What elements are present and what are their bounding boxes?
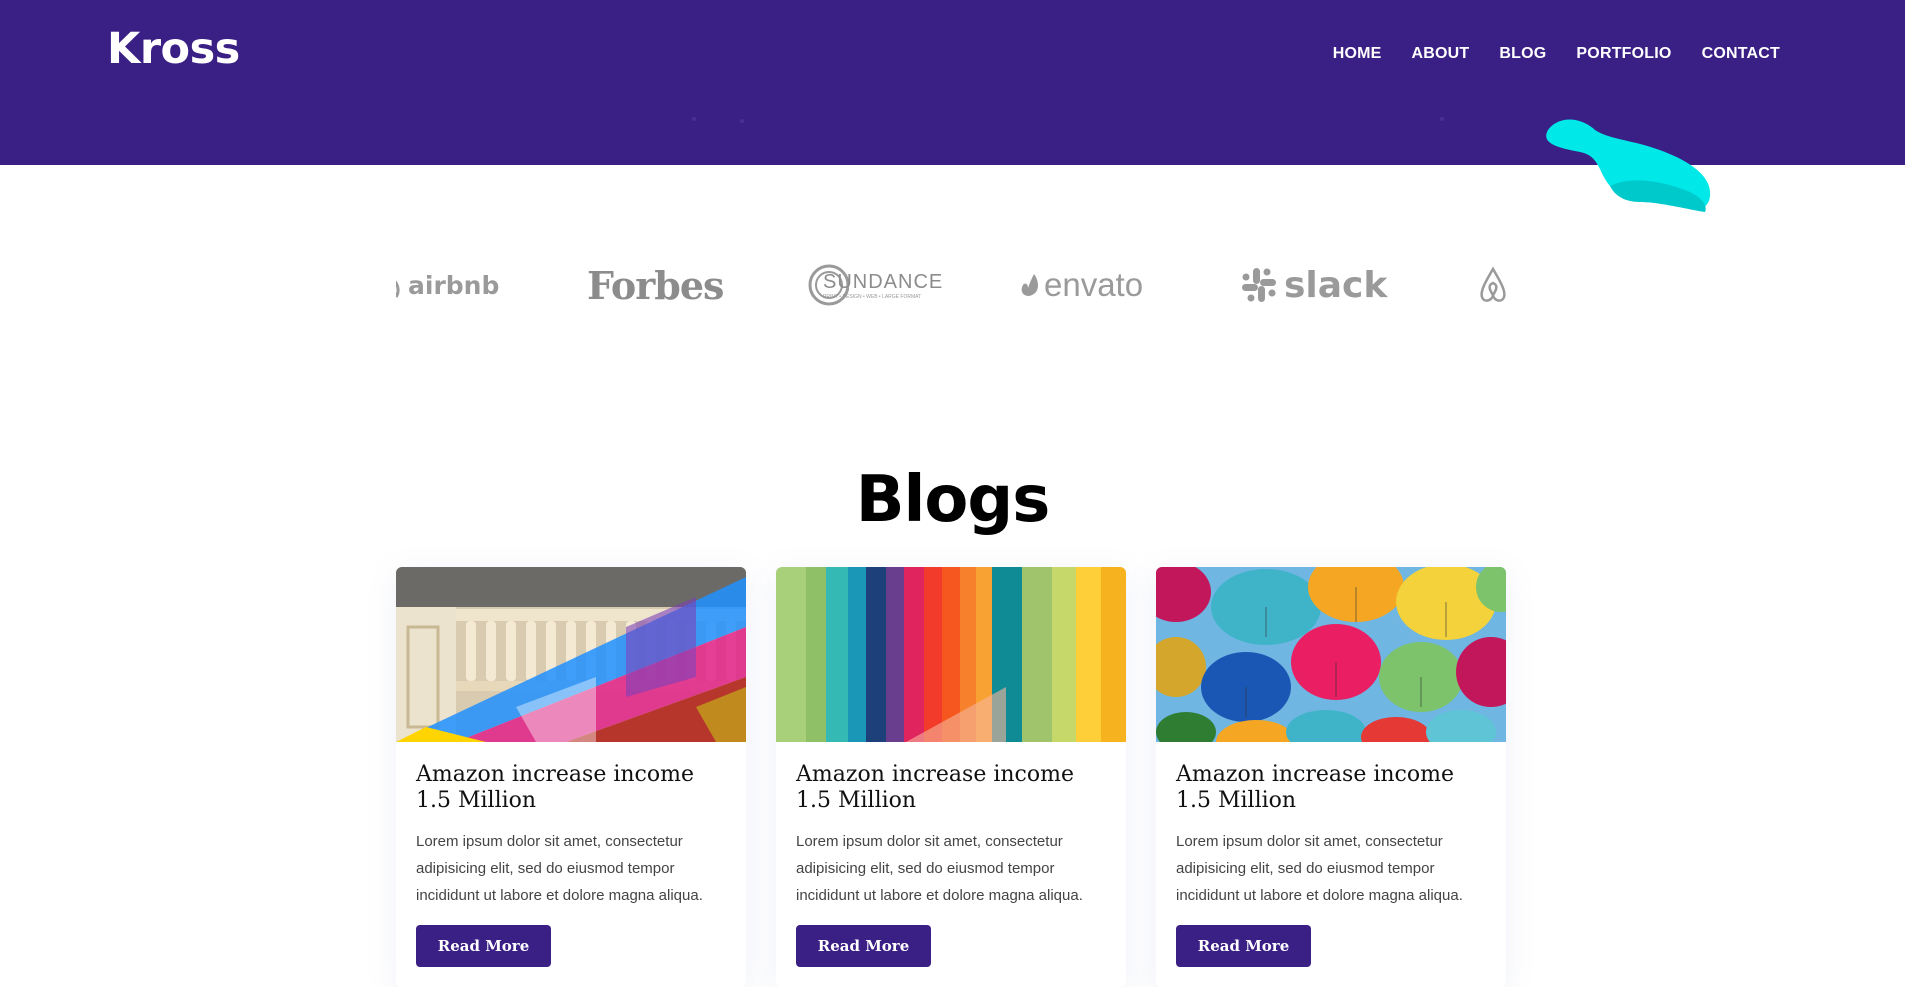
slack-wordmark: slack xyxy=(1284,264,1388,306)
blog-image-colorful-columns[interactable] xyxy=(776,567,1126,742)
sundance-logo: SUNDANCE PRINT • DESIGN • WEB • LARGE FO… xyxy=(807,255,943,315)
nav-portfolio[interactable]: PORTFOLIO xyxy=(1576,45,1671,63)
nav-home[interactable]: HOME xyxy=(1333,45,1382,63)
decor-dot xyxy=(1440,117,1444,121)
slack-logo: slack xyxy=(1240,255,1387,315)
envato-leaf-icon xyxy=(1021,274,1039,296)
blog-excerpt: Lorem ipsum dolor sit amet, consectetur … xyxy=(1176,833,1463,904)
envato-wordmark: envato xyxy=(1044,266,1144,303)
read-more-button[interactable]: Read More xyxy=(416,925,551,967)
nav-about[interactable]: ABOUT xyxy=(1412,45,1470,63)
read-more-button[interactable]: Read More xyxy=(1176,925,1311,967)
sundance-wordmark: SUNDANCE xyxy=(823,270,944,293)
client-logos-strip: airbnb Forbes SUNDANCE PRINT • DESIGN • … xyxy=(396,255,1506,315)
airbnb-icon xyxy=(396,280,400,298)
blog-card: Amazon increase income 1.5 Million Lorem… xyxy=(1156,567,1506,987)
cyan-blob-shape xyxy=(1546,119,1711,212)
forbes-wordmark: Forbes xyxy=(587,262,724,308)
nav-blog[interactable]: BLOG xyxy=(1499,45,1546,63)
blog-excerpt: Lorem ipsum dolor sit amet, consectetur … xyxy=(796,833,1083,904)
main-nav: HOME ABOUT BLOG PORTFOLIO CONTACT xyxy=(1333,45,1780,63)
sundance-tagline: PRINT • DESIGN • WEB • LARGE FORMAT xyxy=(823,293,922,300)
blog-excerpt: Lorem ipsum dolor sit amet, consectetur … xyxy=(416,833,703,904)
site-logo[interactable]: Kross xyxy=(107,24,240,74)
airbnb-logo-2 xyxy=(1476,255,1506,315)
airbnb-wordmark: airbnb xyxy=(408,270,500,300)
airbnb-icon xyxy=(1480,266,1506,302)
blogs-heading: Blogs xyxy=(855,463,1051,538)
slack-icon xyxy=(1242,268,1276,302)
blog-title[interactable]: Amazon increase income 1.5 Million xyxy=(1176,762,1486,814)
blog-title[interactable]: Amazon increase income 1.5 Million xyxy=(416,762,726,814)
airbnb-logo: airbnb xyxy=(396,255,499,315)
decor-dot xyxy=(692,117,696,121)
blog-title[interactable]: Amazon increase income 1.5 Million xyxy=(796,762,1106,814)
blog-card: Amazon increase income 1.5 Million Lorem… xyxy=(396,567,746,987)
nav-contact[interactable]: CONTACT xyxy=(1702,45,1780,63)
forbes-logo: Forbes xyxy=(587,255,724,315)
decor-dot xyxy=(740,119,744,123)
blog-card: Amazon increase income 1.5 Million Lorem… xyxy=(776,567,1126,987)
read-more-button[interactable]: Read More xyxy=(796,925,931,967)
blog-image-rainbow-railing[interactable] xyxy=(396,567,746,742)
blog-image-umbrellas[interactable] xyxy=(1156,567,1506,742)
envato-logo: envato xyxy=(1020,255,1143,315)
